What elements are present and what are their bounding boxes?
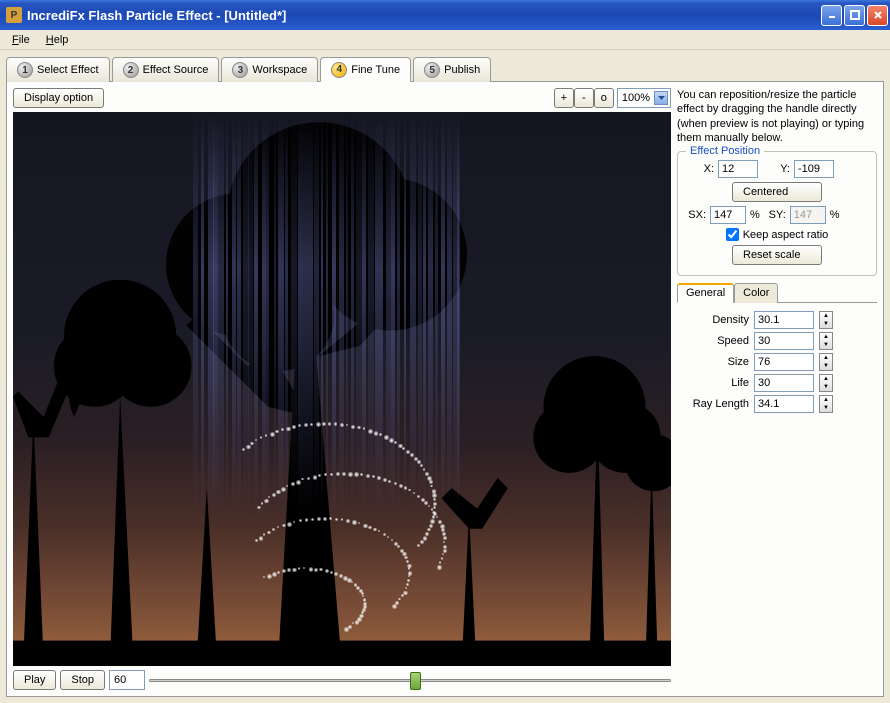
- tab-workspace[interactable]: 3Workspace: [221, 57, 318, 82]
- close-button[interactable]: [867, 5, 888, 26]
- zoom-in-button[interactable]: +: [554, 88, 574, 108]
- tab-publish[interactable]: 5Publish: [413, 57, 491, 82]
- percent-label: %: [830, 209, 840, 221]
- spinner[interactable]: ▲▼: [819, 332, 833, 350]
- prop-input-ray-length[interactable]: [754, 395, 814, 413]
- stop-button[interactable]: Stop: [60, 670, 105, 690]
- effect-position-panel: Effect Position X: Y: Centered SX: % SY:: [677, 151, 877, 276]
- x-label: X:: [684, 163, 714, 175]
- property-tabs: General Color: [677, 282, 877, 303]
- tab-label: Workspace: [252, 64, 307, 76]
- menu-file[interactable]: File: [4, 32, 38, 48]
- preview-canvas[interactable]: [13, 112, 671, 666]
- tab-select-effect[interactable]: 1Select Effect: [6, 57, 110, 82]
- prop-input-density[interactable]: [754, 311, 814, 329]
- zoom-select[interactable]: 100%: [617, 88, 671, 108]
- tab-label: Select Effect: [37, 64, 99, 76]
- prop-label: Density: [681, 314, 749, 326]
- x-input[interactable]: [718, 160, 758, 178]
- prop-label: Speed: [681, 335, 749, 347]
- sy-input: [790, 206, 826, 224]
- tab-label: Fine Tune: [351, 64, 400, 76]
- percent-label: %: [750, 209, 760, 221]
- prop-input-life[interactable]: [754, 374, 814, 392]
- y-input[interactable]: [794, 160, 834, 178]
- title-bar: P IncrediFx Flash Particle Effect - [Unt…: [0, 0, 890, 30]
- menu-help[interactable]: Help: [38, 32, 77, 48]
- step-tabs: 1Select Effect 2Effect Source 3Workspace…: [6, 56, 884, 82]
- spinner[interactable]: ▲▼: [819, 374, 833, 392]
- tab-effect-source[interactable]: 2Effect Source: [112, 57, 220, 82]
- display-option-button[interactable]: Display option: [13, 88, 104, 108]
- reset-scale-button[interactable]: Reset scale: [732, 245, 822, 265]
- window-title: IncrediFx Flash Particle Effect - [Untit…: [27, 8, 821, 23]
- centered-button[interactable]: Centered: [732, 182, 822, 202]
- effect-position-legend: Effect Position: [686, 145, 764, 157]
- tab-label: Publish: [444, 64, 480, 76]
- slider-thumb[interactable]: [410, 672, 421, 690]
- minimize-button[interactable]: [821, 5, 842, 26]
- play-button[interactable]: Play: [13, 670, 56, 690]
- spinner[interactable]: ▲▼: [819, 353, 833, 371]
- spinner[interactable]: ▲▼: [819, 395, 833, 413]
- chevron-down-icon: [654, 91, 668, 105]
- sx-input[interactable]: [710, 206, 746, 224]
- subtab-general[interactable]: General: [677, 283, 734, 303]
- maximize-button[interactable]: [844, 5, 865, 26]
- y-label: Y:: [762, 163, 790, 175]
- keep-aspect-checkbox[interactable]: [726, 228, 739, 241]
- frame-value[interactable]: 60: [109, 670, 145, 690]
- subtab-color[interactable]: Color: [734, 283, 778, 303]
- prop-input-size[interactable]: [754, 353, 814, 371]
- tab-label: Effect Source: [143, 64, 209, 76]
- prop-input-speed[interactable]: [754, 332, 814, 350]
- timeline-slider[interactable]: [149, 670, 671, 690]
- app-icon: P: [6, 7, 22, 23]
- sx-label: SX:: [684, 209, 706, 221]
- sy-label: SY:: [764, 209, 786, 221]
- spinner[interactable]: ▲▼: [819, 311, 833, 329]
- tab-fine-tune[interactable]: 4Fine Tune: [320, 57, 411, 82]
- zoom-value: 100%: [622, 92, 650, 104]
- help-text: You can reposition/resize the particle e…: [677, 88, 877, 145]
- menu-bar: File Help: [0, 30, 890, 50]
- prop-label: Ray Length: [681, 398, 749, 410]
- prop-label: Size: [681, 356, 749, 368]
- keep-aspect-label: Keep aspect ratio: [743, 229, 829, 241]
- zoom-fit-button[interactable]: o: [594, 88, 614, 108]
- prop-label: Life: [681, 377, 749, 389]
- zoom-out-button[interactable]: -: [574, 88, 594, 108]
